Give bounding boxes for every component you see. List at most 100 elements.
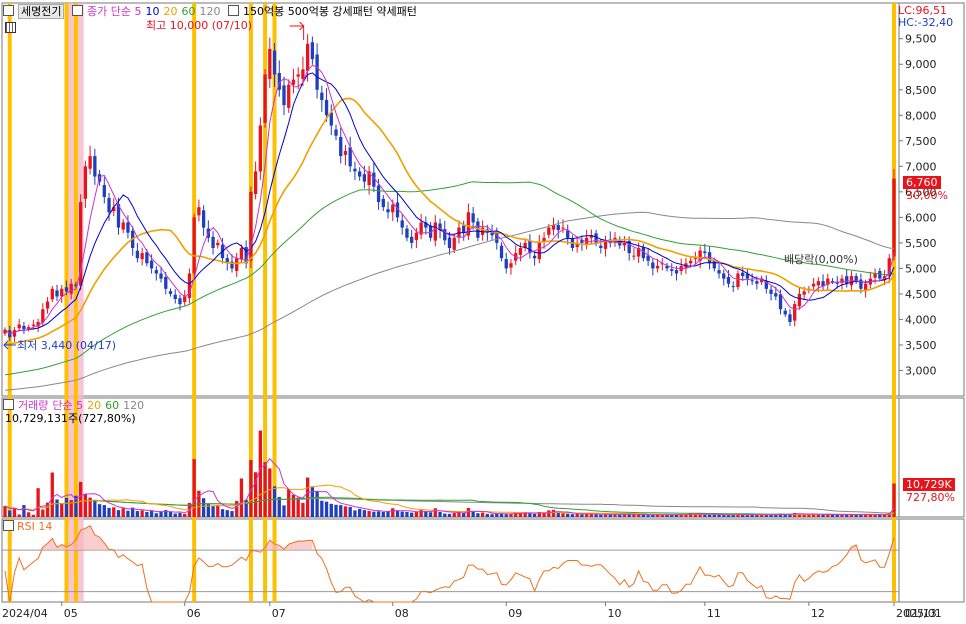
candle-body <box>140 253 144 260</box>
candle-body <box>135 250 140 259</box>
symbol-select-box[interactable] <box>3 5 14 16</box>
x-tick-label: 11 <box>707 607 721 620</box>
volume-bar <box>443 513 447 517</box>
volume-bar <box>121 508 125 517</box>
volume-bar <box>31 514 36 517</box>
panel-frame <box>1 397 965 518</box>
volume-bar <box>17 514 21 517</box>
panel-frame <box>1 518 965 603</box>
volume-bar <box>93 499 97 517</box>
candle-body <box>357 171 362 177</box>
volume-bar <box>575 513 579 517</box>
rsi-overbought-fill <box>85 525 91 551</box>
volume-bar <box>636 514 641 517</box>
x-tick-label: 01/13 <box>905 607 937 620</box>
volume-bar <box>159 511 163 517</box>
candle-body <box>183 296 187 302</box>
candle-body <box>287 84 291 108</box>
volume-bar <box>438 511 442 517</box>
candle-body <box>556 225 560 231</box>
candle-body <box>164 276 168 289</box>
candle-body <box>258 125 263 172</box>
candle-body <box>282 85 286 106</box>
price-tick-label: 9,500 <box>905 33 937 46</box>
candle-body <box>12 330 17 337</box>
price-tick-label: 5,000 <box>905 262 937 275</box>
volume-bar <box>291 494 296 517</box>
volume-bar <box>12 507 17 517</box>
stock-chart[interactable]: 3,0003,5004,0004,5005,0005,5006,0006,500… <box>0 0 966 624</box>
volume-bar <box>211 506 215 517</box>
volume-bar <box>447 513 452 517</box>
candle-body <box>102 185 106 197</box>
legend-ma5: 종가 단순 5 <box>86 5 142 18</box>
volume-bar <box>50 472 54 517</box>
candle-body <box>79 202 83 286</box>
volume-bar <box>140 510 144 517</box>
volume-bar <box>391 508 395 517</box>
symbol-name[interactable]: 세명전기 <box>18 4 65 19</box>
volume-bar <box>471 511 475 517</box>
volume-bar <box>495 513 499 517</box>
volume-bar <box>173 513 177 517</box>
x-tick-label: 08 <box>395 607 409 620</box>
candle-body <box>69 283 73 294</box>
candle-body <box>235 258 239 271</box>
candle-body <box>878 271 882 279</box>
candle-body <box>722 273 726 279</box>
candle-body <box>462 225 466 233</box>
grid-icon[interactable] <box>5 22 19 35</box>
volume-bar <box>490 514 494 517</box>
chart-legend: 세명전기 종가 단순 5 10 20 60 120 150억봉 500억봉 강세패턴 약… <box>3 4 421 19</box>
volume-bar <box>845 514 849 517</box>
volume-bar <box>580 514 584 517</box>
volume-bar <box>755 515 759 517</box>
price-tick-label: 5,500 <box>905 237 937 250</box>
volume-setting-box[interactable] <box>3 399 14 410</box>
x-tick-label: 06 <box>187 607 201 620</box>
volume-bar <box>480 512 485 517</box>
volume-bar <box>561 513 565 517</box>
legend-ma20: 20 <box>163 5 178 18</box>
rsi-setting-box[interactable] <box>3 520 14 531</box>
candle-body <box>178 298 182 305</box>
candle-body <box>17 324 21 329</box>
x-tick-label: 05 <box>64 607 78 620</box>
rsi-overbought-fill <box>307 540 313 551</box>
volume-bar <box>542 513 546 517</box>
candle-body <box>622 242 627 246</box>
high-annotation: 최고 10,000 (07/10) <box>146 19 253 32</box>
candle-body <box>50 288 54 300</box>
candle-body <box>381 198 385 208</box>
candle-body <box>353 168 357 172</box>
volume-bar <box>660 515 664 517</box>
volume-bar <box>112 507 116 517</box>
candle-body <box>149 260 154 269</box>
candle-body <box>391 204 395 213</box>
price-tick-label: 6,000 <box>905 211 937 224</box>
volume-bar <box>263 462 267 517</box>
volume-bar <box>230 511 234 517</box>
rsi-label: RSI 14 <box>17 520 53 533</box>
volume-bar <box>8 510 12 517</box>
volume-bar <box>419 510 423 517</box>
candle-body <box>561 227 565 229</box>
volume-bar <box>102 505 106 517</box>
volume-bar <box>178 512 182 517</box>
volume-bar <box>821 514 825 517</box>
volume-readout: 10,729,131주(727,80%) <box>5 412 136 425</box>
candle-body <box>726 276 731 284</box>
volume-badge: 10,729K <box>903 478 955 491</box>
volume-bar <box>717 514 721 517</box>
candle-body <box>55 290 59 297</box>
ma-setting-box[interactable] <box>71 5 83 16</box>
candle-body <box>736 273 740 288</box>
volume-bar <box>3 506 7 517</box>
x-tick-label: 09 <box>508 607 522 620</box>
pattern-setting-box[interactable] <box>227 5 239 16</box>
candle-body <box>310 42 315 60</box>
volume-bar <box>570 514 575 517</box>
candle-body <box>693 258 698 260</box>
candle-body <box>263 74 267 123</box>
legend-ma120: 120 <box>199 5 221 18</box>
